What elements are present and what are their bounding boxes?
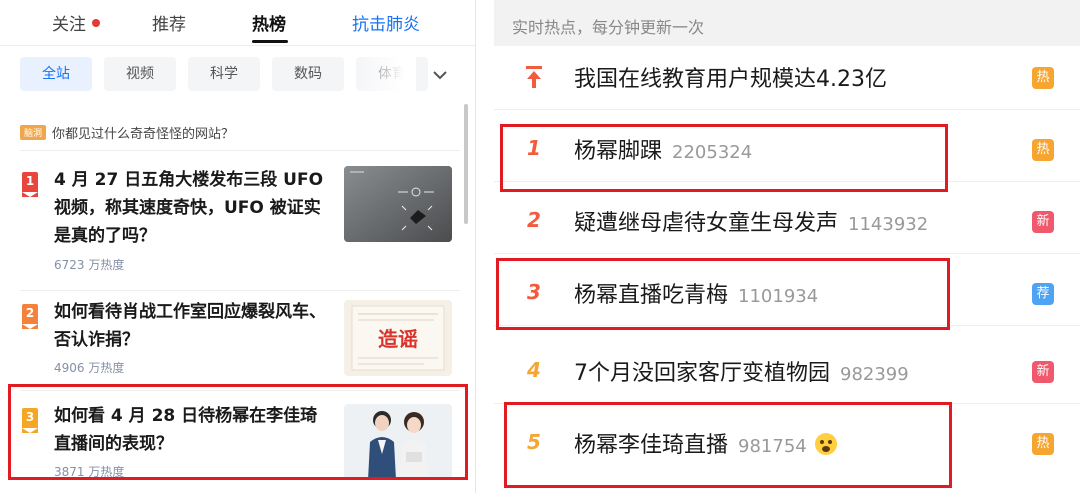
hot-search-title-text: 7个月没回家客厅变植物园 xyxy=(574,361,830,386)
divider xyxy=(20,150,460,151)
zhihu-hot-list-panel: 关注 推荐 热榜 抗击肺炎 全站 视频 科学 数码 体育 脑洞你都见过什么奇奇怪… xyxy=(0,0,476,493)
weibo-header-text: 实时热点，每分钟更新一次 xyxy=(512,18,705,37)
highlight-box xyxy=(500,124,948,192)
rank-number: 2 xyxy=(527,208,541,232)
brain-hole-tag: 脑洞 xyxy=(20,125,47,140)
highlight-box xyxy=(8,384,468,480)
tab-hot-list[interactable]: 热榜 xyxy=(252,10,286,35)
highlight-box xyxy=(496,258,950,330)
zhihu-top-tabs: 关注 推荐 热榜 抗击肺炎 xyxy=(0,0,475,46)
hot-search-title: 7个月没回家客厅变植物园 982399 xyxy=(574,355,909,387)
hot-item-title: 如何看待肖战工作室回应爆裂风车、否认诈捐？ xyxy=(54,302,326,350)
hot-search-row[interactable]: 我国在线教育用户规模达4.23亿 热 xyxy=(494,46,1080,110)
hot-search-title-text: 疑遭继母虐待女童生母发声 xyxy=(574,211,839,236)
notification-dot xyxy=(92,19,100,27)
pin-top-icon xyxy=(526,66,542,88)
chip-fade-overlay xyxy=(352,55,416,95)
brain-hole-text: 你都见过什么奇奇怪怪的网站？ xyxy=(52,127,235,142)
weibo-hot-search-panel: 实时热点，每分钟更新一次 我国在线教育用户规模达4.23亿 热 1 杨幂脚踝 22… xyxy=(494,0,1080,493)
rank-number: 4 xyxy=(527,358,541,382)
composite-screenshot: 关注 推荐 热榜 抗击肺炎 全站 视频 科学 数码 体育 脑洞你都见过什么奇奇怪… xyxy=(0,0,1080,493)
highlight-box xyxy=(504,402,952,488)
chevron-down-icon[interactable] xyxy=(428,63,452,87)
brain-hole-item[interactable]: 脑洞 你都见过什么奇奇怪怪的网站？ xyxy=(20,122,234,142)
hot-search-count: 982399 xyxy=(840,364,909,385)
rumor-thumbnail: 造谣 xyxy=(344,300,452,376)
hot-item-heat: 4906 万热度 xyxy=(54,361,125,375)
hot-search-row[interactable]: 2 疑遭继母虐待女童生母发声 1143932 新 xyxy=(494,190,1080,254)
tab-recommend[interactable]: 推荐 xyxy=(152,10,186,35)
rank-badge: 2 xyxy=(22,304,38,329)
hot-search-count: 1143932 xyxy=(848,214,929,235)
new-badge: 新 xyxy=(1032,211,1054,233)
category-chips: 全站 视频 科学 数码 体育 xyxy=(0,55,475,95)
weibo-header: 实时热点，每分钟更新一次 xyxy=(494,0,1080,46)
hot-badge: 热 xyxy=(1032,67,1054,89)
chip-video[interactable]: 视频 xyxy=(104,57,176,91)
hot-search-title: 我国在线教育用户规模达4.23亿 xyxy=(574,61,887,93)
tab-follow-label: 关注 xyxy=(52,15,86,35)
rumor-thumbnail-text: 造谣 xyxy=(378,327,418,351)
hot-search-title-text: 我国在线教育用户规模达4.23亿 xyxy=(574,67,887,92)
tab-follow[interactable]: 关注 xyxy=(52,10,100,35)
new-badge: 新 xyxy=(1032,361,1054,383)
hot-item-heat: 6723 万热度 xyxy=(54,258,125,272)
chip-all-site[interactable]: 全站 xyxy=(20,57,92,91)
hot-list-item[interactable]: 1 4 月 27 日五角大楼发布三段 UFO 视频，称其速度奇快，UFO 被证实… xyxy=(0,160,475,280)
chip-digital[interactable]: 数码 xyxy=(272,57,344,91)
active-tab-underline xyxy=(252,40,288,43)
hot-list-item[interactable]: 2 如何看待肖战工作室回应爆裂风车、否认诈捐？ 4906 万热度 造谣 xyxy=(0,292,475,384)
hot-search-row[interactable]: 4 7个月没回家客厅变植物园 982399 新 xyxy=(494,340,1080,404)
recommend-badge: 荐 xyxy=(1032,283,1054,305)
chip-science[interactable]: 科学 xyxy=(188,57,260,91)
rank-badge: 1 xyxy=(22,172,38,197)
tab-fight-pneumonia[interactable]: 抗击肺炎 xyxy=(352,10,420,35)
hot-badge: 热 xyxy=(1032,433,1054,455)
hot-item-title: 4 月 27 日五角大楼发布三段 UFO 视频，称其速度奇快，UFO 被证实是真… xyxy=(54,170,324,246)
ufo-thumbnail xyxy=(344,166,452,242)
hot-badge: 热 xyxy=(1032,139,1054,161)
hot-search-title: 疑遭继母虐待女童生母发声 1143932 xyxy=(574,205,928,237)
divider xyxy=(20,290,460,291)
